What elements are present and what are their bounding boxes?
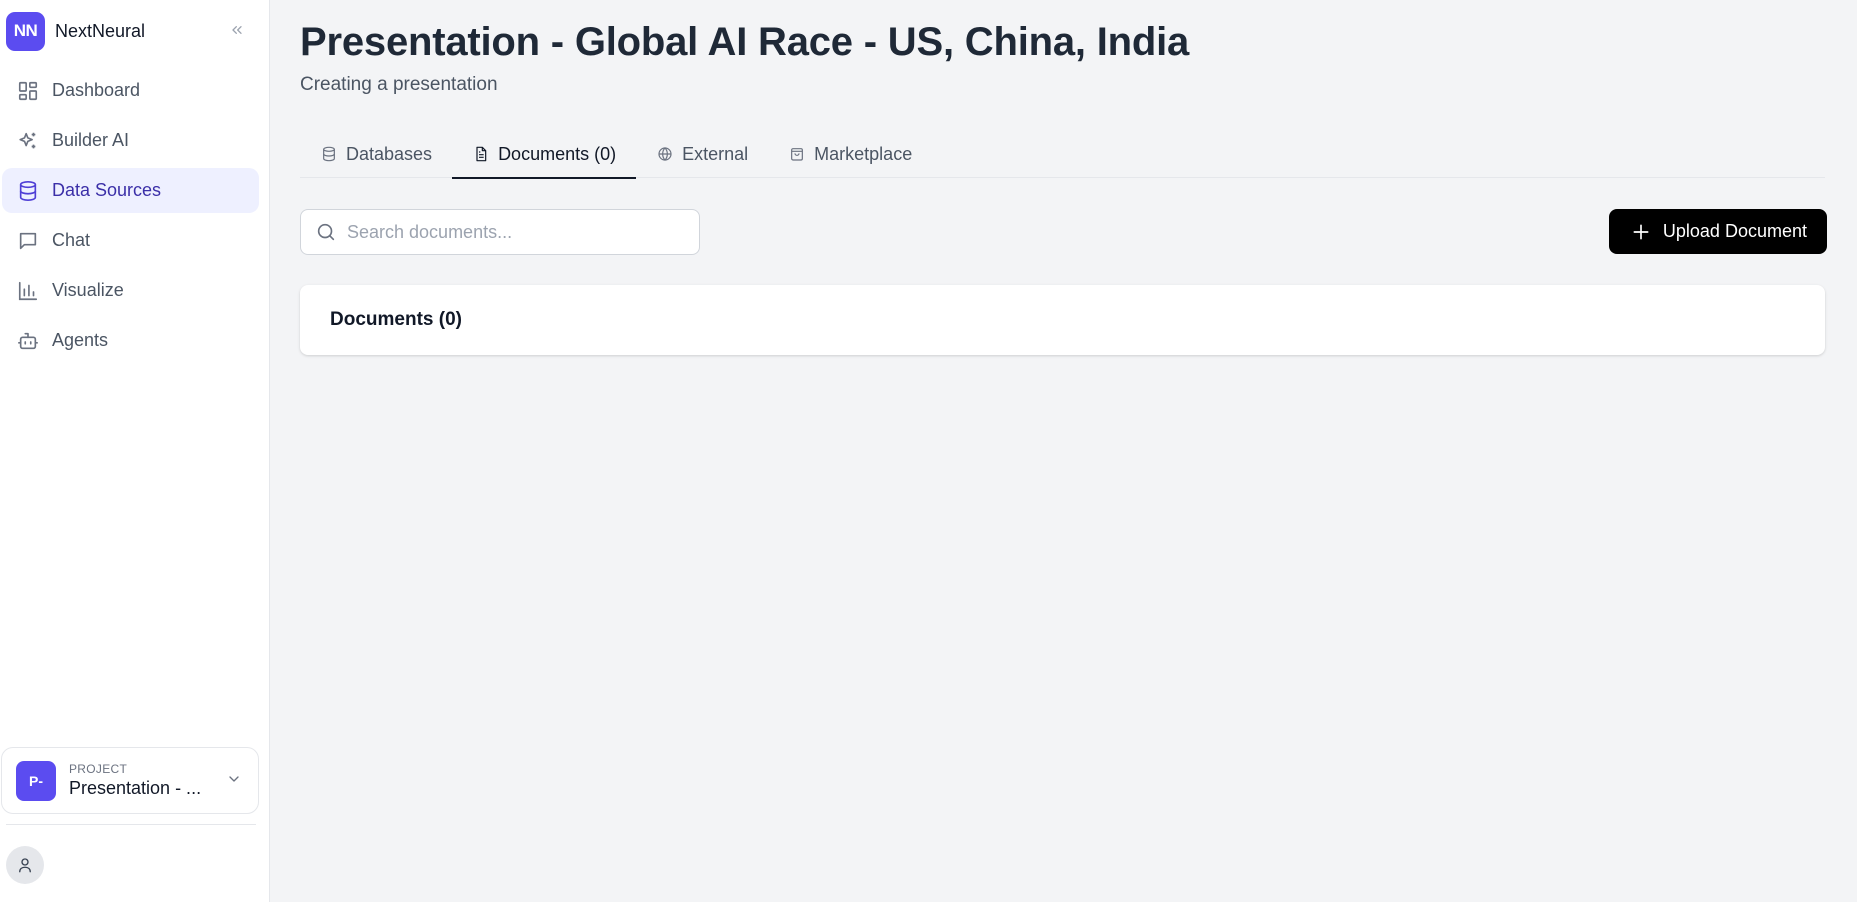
database-icon bbox=[16, 179, 40, 203]
chat-bubble-icon bbox=[16, 229, 40, 253]
sidebar-item-label: Agents bbox=[52, 330, 109, 350]
brand: NN NextNeural bbox=[0, 0, 269, 62]
sidebar-item-label: Chat bbox=[52, 230, 91, 250]
project-info: PROJECT Presentation - ... bbox=[69, 762, 201, 799]
sidebar: NN NextNeural Dashboard Builder AI Data … bbox=[0, 0, 270, 902]
app-shell: NN NextNeural Dashboard Builder AI Data … bbox=[0, 0, 1857, 902]
project-name: Presentation - ... bbox=[69, 778, 202, 798]
search-box bbox=[300, 209, 700, 255]
tab-label: Documents (0) bbox=[498, 143, 617, 164]
documents-card: Documents (0) bbox=[300, 285, 1825, 355]
search-input[interactable] bbox=[347, 221, 687, 243]
sidebar-divider bbox=[6, 824, 256, 825]
upload-document-button[interactable]: Upload Document bbox=[1608, 209, 1827, 254]
tab-external[interactable]: External bbox=[636, 130, 768, 178]
document-icon bbox=[472, 145, 490, 163]
tab-label: Databases bbox=[346, 143, 433, 164]
user-icon bbox=[19, 858, 31, 873]
main-content: Presentation - Global AI Race - US, Chin… bbox=[270, 0, 1857, 902]
brand-name: NextNeural bbox=[55, 20, 146, 41]
project-caption: PROJECT bbox=[69, 762, 128, 776]
sidebar-item-chat[interactable]: Chat bbox=[2, 218, 259, 263]
brand-logo: NN bbox=[6, 11, 45, 51]
project-avatar: P- bbox=[16, 760, 56, 801]
shopping-bag-icon bbox=[788, 145, 806, 163]
tab-marketplace[interactable]: Marketplace bbox=[768, 130, 932, 178]
sidebar-item-label: Data Sources bbox=[52, 180, 162, 200]
tab-databases[interactable]: Databases bbox=[300, 130, 452, 178]
chevron-down-icon bbox=[226, 771, 242, 792]
sidebar-item-label: Builder AI bbox=[52, 130, 130, 150]
sidebar-item-agents[interactable]: Agents bbox=[2, 318, 259, 363]
tab-label: External bbox=[682, 143, 749, 164]
user-avatar[interactable] bbox=[6, 846, 44, 884]
tab-documents[interactable]: Documents (0) bbox=[452, 130, 637, 179]
globe-icon bbox=[656, 145, 674, 163]
sparkles-icon bbox=[16, 129, 40, 153]
tab-label: Marketplace bbox=[814, 143, 913, 164]
collapse-sidebar-button[interactable] bbox=[225, 18, 249, 42]
dashboard-grid-icon bbox=[16, 79, 40, 103]
search-icon bbox=[317, 223, 335, 241]
project-switcher[interactable]: P- PROJECT Presentation - ... bbox=[1, 747, 259, 814]
sidebar-item-data-sources[interactable]: Data Sources bbox=[2, 168, 259, 213]
documents-card-title: Documents (0) bbox=[330, 309, 462, 330]
sidebar-nav: Dashboard Builder AI Data Sources Chat V… bbox=[0, 68, 269, 368]
sidebar-item-builder-ai[interactable]: Builder AI bbox=[2, 118, 259, 163]
bar-chart-icon bbox=[16, 279, 40, 303]
data-source-tabs: Databases Documents (0) External Marketp… bbox=[300, 130, 1825, 179]
robot-icon bbox=[16, 329, 40, 353]
sidebar-item-label: Visualize bbox=[52, 280, 124, 300]
database-icon bbox=[320, 145, 338, 163]
page-subtitle: Creating a presentation bbox=[300, 74, 498, 95]
page-title: Presentation - Global AI Race - US, Chin… bbox=[300, 20, 1190, 64]
upload-document-label: Upload Document bbox=[1662, 221, 1807, 241]
chevrons-left-icon bbox=[232, 25, 242, 34]
sidebar-item-visualize[interactable]: Visualize bbox=[2, 268, 259, 313]
sidebar-item-dashboard[interactable]: Dashboard bbox=[2, 68, 259, 113]
plus-icon bbox=[1631, 222, 1651, 242]
sidebar-item-label: Dashboard bbox=[52, 80, 141, 100]
